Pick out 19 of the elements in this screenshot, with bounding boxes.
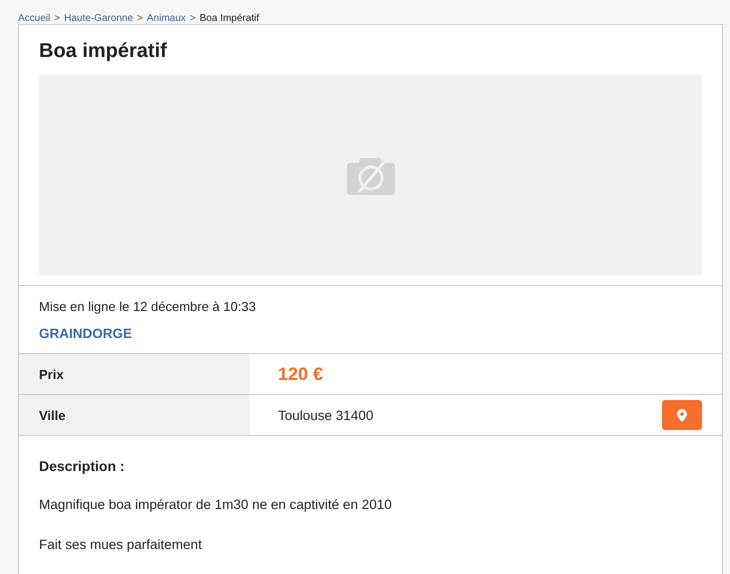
breadcrumb-current: Boa Impératif [200, 12, 260, 24]
breadcrumb-link[interactable]: Animaux [146, 12, 186, 24]
seller-link[interactable]: GRAINDORGE [39, 326, 132, 341]
breadcrumb-separator: > [137, 12, 143, 24]
breadcrumb-link[interactable]: Accueil [18, 12, 50, 24]
city-value: Toulouse 31400 [278, 408, 374, 422]
detail-label: Ville [19, 395, 250, 435]
breadcrumb-link[interactable]: Haute-Garonne [64, 12, 134, 24]
description-heading: Description : [39, 457, 126, 476]
detail-label: Prix [19, 354, 250, 394]
price-value: 120 € [278, 364, 324, 384]
listing-title: Boa impératif [39, 39, 168, 64]
breadcrumb-separator: > [54, 12, 60, 24]
description-text: Fait ses mues parfaitement [39, 536, 203, 554]
map-pin-icon [677, 408, 687, 422]
posted-date: Mise en ligne le 12 décembre à 10:33 [39, 298, 257, 316]
map-button[interactable] [662, 400, 702, 430]
description-text: Magnifique boa impérator de 1m30 ne en captivité en 2010 [39, 496, 393, 514]
breadcrumb-separator: > [190, 12, 196, 24]
